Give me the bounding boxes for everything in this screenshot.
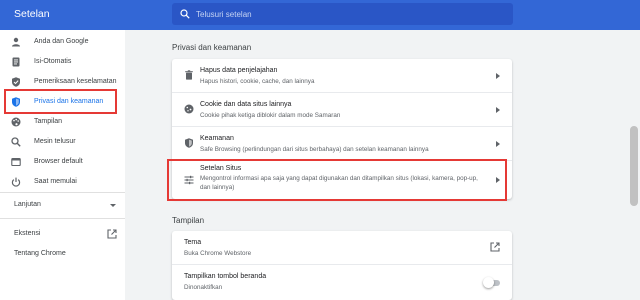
- scrollbar-thumb[interactable]: [630, 126, 638, 206]
- highlight-box-site-settings: [167, 159, 507, 201]
- row-subtitle: Dinonaktifkan: [184, 284, 223, 291]
- sidebar-item-on-startup[interactable]: Saat memulai: [0, 172, 125, 192]
- row-title: Tema: [184, 239, 202, 246]
- safety-check-icon: [12, 77, 20, 87]
- row-subtitle: Hapus histori, cookie, cache, dan lainny…: [200, 78, 315, 85]
- chevron-right-icon: [496, 107, 500, 113]
- sidebar-divider: [0, 218, 125, 219]
- sidebar-item-label: Browser default: [34, 158, 83, 165]
- sidebar-item-label: Saat memulai: [34, 178, 77, 185]
- sidebar-item-extensions[interactable]: Ekstensi: [0, 224, 125, 244]
- row-title: Keamanan: [200, 135, 234, 142]
- search-icon: [11, 137, 21, 147]
- open-in-new-icon: [107, 229, 117, 239]
- section-title-appearance: Tampilan: [172, 216, 205, 225]
- row-title: Tampilkan tombol beranda: [184, 273, 267, 280]
- row-clear-browsing-data[interactable]: Hapus data penjelajahan Hapus histori, c…: [172, 59, 512, 92]
- row-subtitle: Cookie pihak ketiga diblokir dalam mode …: [200, 112, 341, 119]
- home-button-toggle[interactable]: [483, 277, 500, 288]
- sidebar-item-you-and-google[interactable]: Anda dan Google: [0, 32, 125, 52]
- sidebar-item-label: Mesin telusur: [34, 138, 76, 145]
- row-subtitle: Safe Browsing (perlindungan dari situs b…: [200, 146, 429, 153]
- sidebar-item-label: Anda dan Google: [34, 38, 89, 45]
- sidebar-item-search-engine[interactable]: Mesin telusur: [0, 132, 125, 152]
- person-icon: [12, 37, 20, 47]
- sidebar-item-default-browser[interactable]: Browser default: [0, 152, 125, 172]
- row-subtitle: Buka Chrome Webstore: [184, 250, 252, 257]
- open-in-new-icon: [490, 242, 500, 252]
- trash-icon: [185, 70, 193, 80]
- sidebar-item-label: Pemeriksaan keselamatan: [34, 78, 117, 85]
- search-input[interactable]: [196, 3, 496, 25]
- search-icon: [180, 9, 190, 19]
- autofill-icon: [12, 57, 20, 67]
- power-icon: [11, 177, 21, 187]
- sidebar-divider: [0, 192, 125, 193]
- sidebar-item-label: Tampilan: [34, 118, 63, 125]
- sidebar-item-about-chrome[interactable]: Tentang Chrome: [0, 244, 125, 264]
- appearance-card: Tema Buka Chrome Webstore Tampilkan tomb…: [172, 231, 512, 300]
- sidebar-item-advanced[interactable]: Lanjutan: [0, 195, 125, 215]
- section-title-privacy: Privasi dan keamanan: [172, 43, 252, 52]
- highlight-box-sidebar: [4, 89, 117, 114]
- sidebar-item-autofill[interactable]: Isi-Otomatis: [0, 52, 125, 72]
- row-title: Hapus data penjelajahan: [200, 67, 278, 74]
- sidebar-item-label: Ekstensi: [14, 230, 41, 237]
- sidebar: Anda dan Google Isi-Otomatis Pemeriksaan…: [0, 30, 125, 300]
- browser-icon: [11, 157, 21, 167]
- search-box[interactable]: [172, 3, 513, 25]
- chevron-right-icon: [496, 73, 500, 79]
- sidebar-item-label: Isi-Otomatis: [34, 58, 72, 65]
- scrollbar[interactable]: [628, 30, 640, 300]
- toggle-knob: [483, 277, 494, 288]
- chevron-down-icon: [110, 204, 116, 207]
- cookie-icon: [184, 104, 194, 114]
- shield-icon: [185, 138, 193, 148]
- row-show-home-button[interactable]: Tampilkan tombol beranda Dinonaktifkan: [172, 265, 512, 300]
- sidebar-item-label: Lanjutan: [14, 201, 41, 208]
- sidebar-item-label: Tentang Chrome: [14, 250, 66, 257]
- row-title: Cookie dan data situs lainnya: [200, 101, 292, 108]
- sidebar-item-appearance[interactable]: Tampilan: [0, 112, 125, 132]
- chevron-right-icon: [496, 141, 500, 147]
- palette-icon: [11, 117, 21, 127]
- top-toolbar: Setelan: [0, 0, 640, 30]
- row-cookies[interactable]: Cookie dan data situs lainnya Cookie pih…: [172, 93, 512, 126]
- row-theme[interactable]: Tema Buka Chrome Webstore: [172, 231, 512, 264]
- page-title: Setelan: [14, 8, 50, 20]
- row-security[interactable]: Keamanan Safe Browsing (perlindungan dar…: [172, 127, 512, 160]
